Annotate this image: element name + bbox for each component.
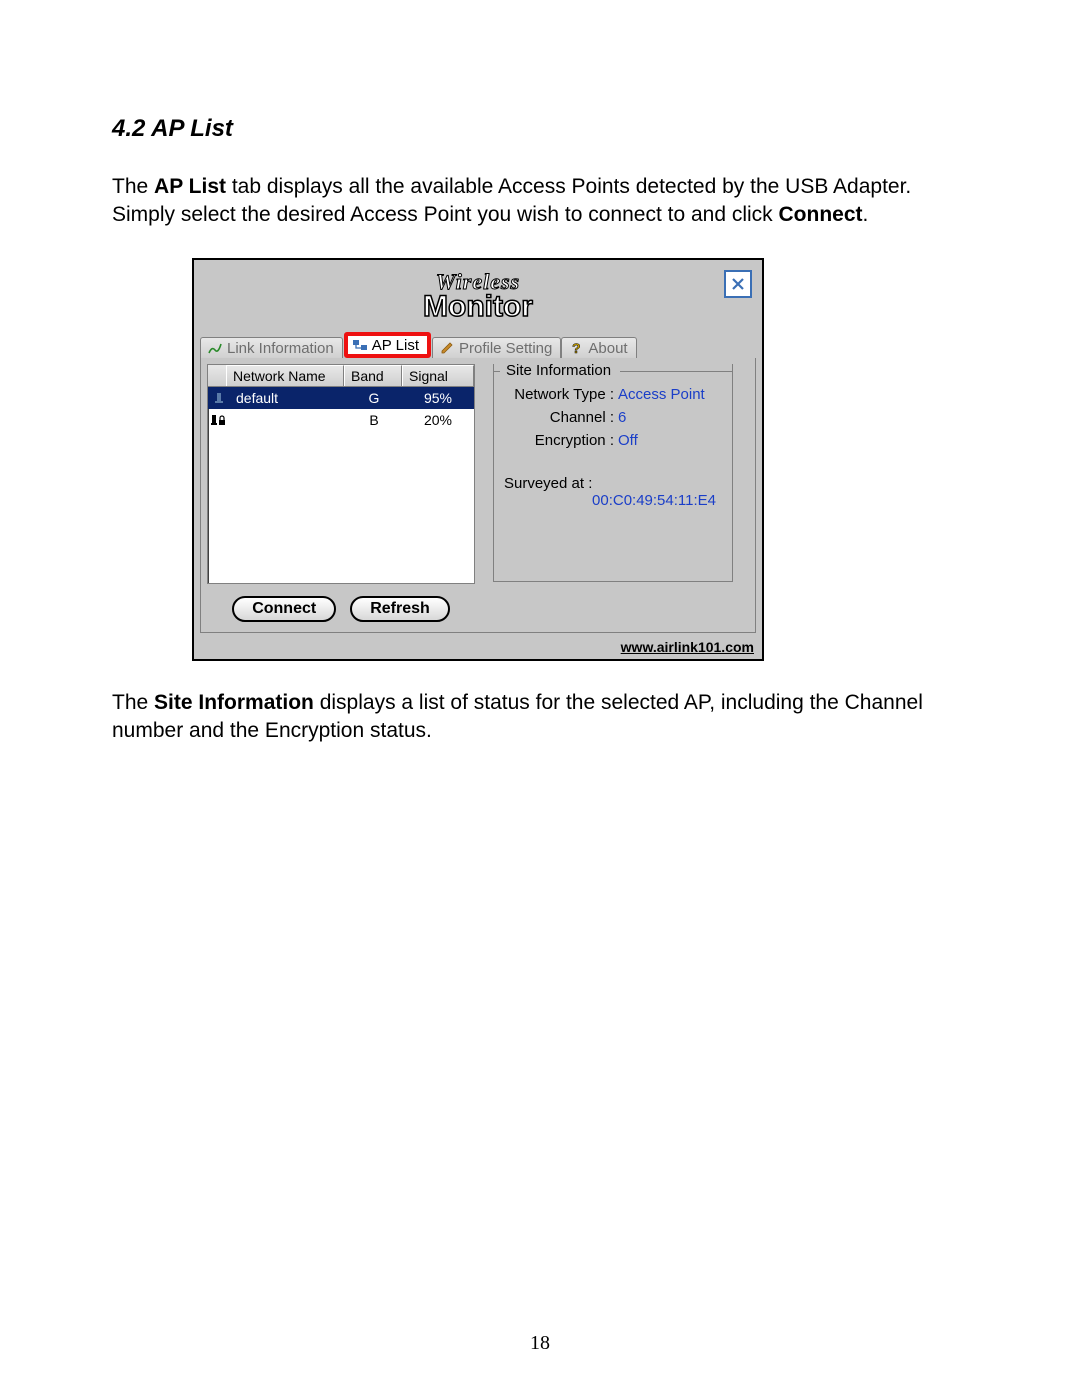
network-type-label: Network Type :: [504, 386, 618, 403]
surveyed-at-label: Surveyed at :: [504, 475, 722, 492]
p2-bold-siteinfo: Site Information: [154, 691, 314, 714]
intro-paragraph-1: The AP List tab displays all the availab…: [112, 173, 970, 230]
signal-icon: [207, 340, 223, 356]
surveyed-at-value: 00:C0:49:54:11:E4: [504, 492, 722, 509]
work-area: Network Name Band Signal default G 95%: [200, 358, 756, 633]
tab-label: Link Information: [227, 340, 334, 357]
tab-bar: Link Information AP List Profile Setting: [194, 332, 762, 358]
col-signal[interactable]: Signal: [402, 365, 474, 386]
screenshot-wireless-monitor: Wireless Monitor Link Information: [192, 258, 764, 661]
tab-label: AP List: [372, 337, 419, 354]
svg-text:?: ?: [572, 340, 581, 356]
section-heading: 4.2 AP List: [112, 115, 970, 143]
connect-button[interactable]: Connect: [232, 596, 336, 622]
title-monitor: Monitor: [423, 293, 533, 320]
col-icon: [208, 365, 226, 386]
intro-paragraph-2: The Site Information displays a list of …: [112, 689, 970, 746]
pencil-icon: [439, 340, 455, 356]
cell-name: [230, 409, 346, 431]
network-icon: [352, 337, 368, 353]
channel-value: 6: [618, 409, 626, 426]
p1-post: .: [863, 203, 869, 226]
cell-signal: 95%: [402, 387, 474, 409]
info-channel: Channel : 6: [504, 409, 722, 426]
cell-band: G: [346, 387, 402, 409]
info-encryption: Encryption : Off: [504, 432, 722, 449]
p1-bold-connect: Connect: [779, 203, 863, 226]
window-footer: www.airlink101.com: [194, 637, 762, 659]
cell-name: default: [230, 387, 346, 409]
group-title: Site Information: [502, 362, 615, 379]
table-row[interactable]: B 20%: [208, 409, 474, 431]
tab-profile-setting[interactable]: Profile Setting: [432, 337, 561, 358]
tab-label: Profile Setting: [459, 340, 552, 357]
refresh-button[interactable]: Refresh: [350, 596, 450, 622]
left-column: Network Name Band Signal default G 95%: [207, 364, 475, 624]
p2-pre: The: [112, 691, 154, 714]
table-header-row: Network Name Band Signal: [208, 365, 474, 387]
tab-about[interactable]: ? About: [561, 337, 636, 358]
tab-link-information[interactable]: Link Information: [200, 337, 343, 358]
encryption-value: Off: [618, 432, 638, 449]
encryption-label: Encryption :: [504, 432, 618, 449]
network-type-value: Access Point: [618, 386, 705, 403]
app-window: Wireless Monitor Link Information: [192, 258, 764, 661]
p1-bold-aplist: AP List: [154, 175, 226, 198]
footer-link[interactable]: www.airlink101.com: [621, 639, 754, 655]
info-network-type: Network Type : Access Point: [504, 386, 722, 403]
app-title: Wireless Monitor: [423, 271, 533, 320]
close-button[interactable]: [724, 270, 752, 298]
title-bar: Wireless Monitor: [194, 260, 762, 332]
ap-locked-icon: [208, 409, 230, 431]
button-row: Connect Refresh: [207, 592, 475, 624]
help-icon: ?: [568, 340, 584, 356]
table-row[interactable]: default G 95%: [208, 387, 474, 409]
cell-band: B: [346, 409, 402, 431]
col-network-name[interactable]: Network Name: [226, 365, 344, 386]
close-icon: [730, 276, 746, 292]
col-band[interactable]: Band: [344, 365, 402, 386]
p1-pre: The: [112, 175, 154, 198]
cell-signal: 20%: [402, 409, 474, 431]
ap-list-table[interactable]: Network Name Band Signal default G 95%: [207, 364, 475, 584]
channel-label: Channel :: [504, 409, 618, 426]
tab-label: About: [588, 340, 627, 357]
tab-ap-list[interactable]: AP List: [344, 332, 431, 358]
site-information-group: Site Information Network Type : Access P…: [493, 364, 733, 582]
page-number: 18: [0, 1332, 1080, 1355]
ap-icon: [208, 387, 230, 409]
